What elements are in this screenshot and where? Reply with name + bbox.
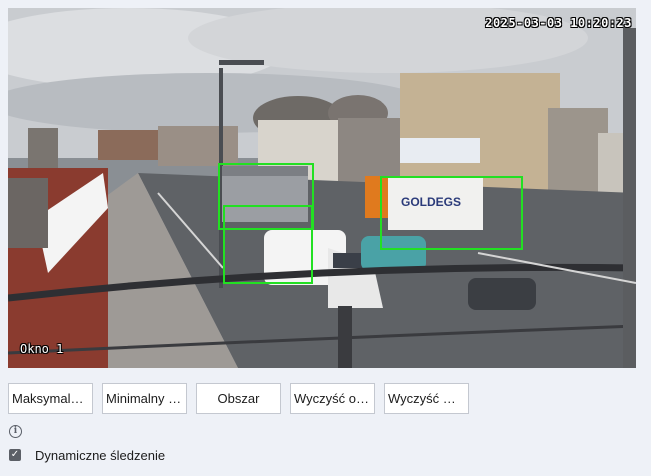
camera-scene: GOLDEGS [8,8,636,368]
max-size-button[interactable]: Maksymalny... [8,383,93,414]
detection-box [223,205,313,284]
timestamp-overlay: 2025-03-03 10:20:23 [485,16,632,30]
checkbox-checked-icon[interactable]: ✓ [9,449,21,461]
info-icon[interactable]: i [9,425,22,438]
clear-all-button[interactable]: Wyczyść ws... [384,383,469,414]
camera-view[interactable]: GOLDEGS 2025-03-03 10:20:23 Okno 1 [8,8,636,368]
clear-object-button[interactable]: Wyczyść ob... [290,383,375,414]
detection-box [380,176,523,250]
channel-name-overlay: Okno 1 [20,342,64,356]
dynamic-tracking-label: Dynamiczne śledzenie [35,448,166,463]
min-size-button[interactable]: Minimalny o... [102,383,187,414]
area-button[interactable]: Obszar [196,383,281,414]
